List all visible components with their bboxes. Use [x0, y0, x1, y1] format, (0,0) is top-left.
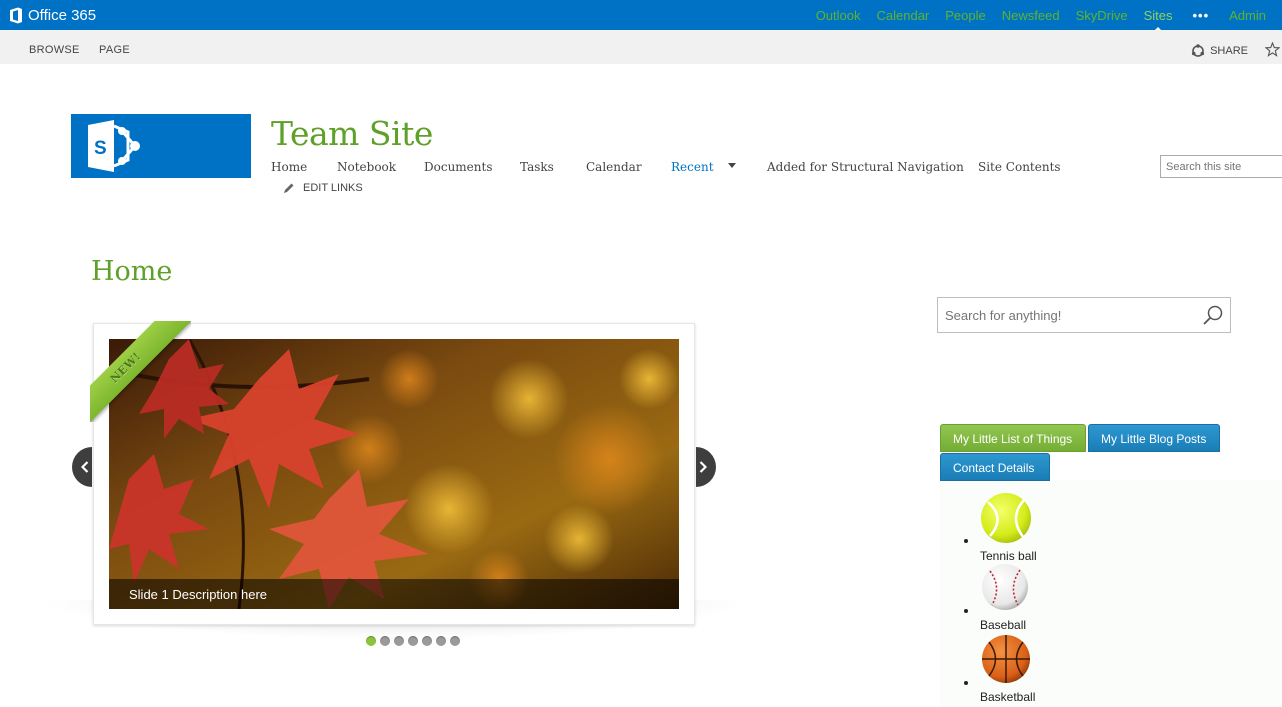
- slider-dot-5[interactable]: [422, 636, 432, 646]
- user-menu[interactable]: Admin: [1229, 8, 1266, 23]
- slide-caption: Slide 1 Description here: [109, 579, 679, 609]
- share-label: SHARE: [1210, 45, 1248, 57]
- slider-pagination: [366, 636, 464, 646]
- tab-browse[interactable]: BROWSE: [29, 44, 80, 56]
- ribbon-bar: BROWSE PAGE SHARE: [0, 30, 1282, 64]
- suite-link-newsfeed[interactable]: Newsfeed: [1002, 8, 1060, 23]
- suite-link-skydrive[interactable]: SkyDrive: [1076, 8, 1128, 23]
- edit-links-label: EDIT LINKS: [303, 182, 363, 194]
- slider-dot-7[interactable]: [450, 636, 460, 646]
- slide-image[interactable]: [109, 339, 679, 609]
- tab-page[interactable]: PAGE: [99, 44, 130, 56]
- item-label: Baseball: [980, 618, 1027, 632]
- nav-home[interactable]: Home: [271, 160, 307, 174]
- suite-links: Outlook Calendar People Newsfeed SkyDriv…: [808, 0, 1282, 32]
- search-icon[interactable]: [1202, 304, 1224, 326]
- share-icon: [1191, 44, 1205, 57]
- office365-logo[interactable]: Office 365: [9, 6, 96, 24]
- follow-star-icon[interactable]: [1265, 42, 1280, 57]
- slider-dot-2[interactable]: [380, 636, 390, 646]
- nav-structural[interactable]: Added for Structural Navigation: [767, 160, 964, 174]
- slider-dot-4[interactable]: [408, 636, 418, 646]
- share-button[interactable]: SHARE: [1191, 44, 1248, 58]
- search-box: [937, 297, 1231, 333]
- site-search-input[interactable]: [1161, 156, 1281, 177]
- nav-documents[interactable]: Documents: [424, 160, 492, 174]
- page-title: Home: [91, 256, 173, 287]
- baseball-icon: [982, 564, 1028, 610]
- svg-text:S: S: [94, 138, 107, 159]
- item-label: Tennis ball: [980, 549, 1037, 563]
- tab-contact-details[interactable]: Contact Details: [940, 453, 1050, 481]
- slider-dot-1[interactable]: [366, 636, 376, 646]
- chevron-right-icon: [699, 461, 707, 473]
- tab-my-little-list[interactable]: My Little List of Things: [940, 424, 1086, 452]
- list-bullet: [964, 609, 968, 613]
- site-title[interactable]: Team Site: [271, 114, 433, 153]
- edit-links-button[interactable]: EDIT LINKS: [283, 182, 363, 194]
- slider-dot-6[interactable]: [436, 636, 446, 646]
- suite-link-sites[interactable]: Sites: [1144, 8, 1172, 32]
- suite-bar: Office 365 Outlook Calendar People Newsf…: [0, 0, 1282, 32]
- office-icon: [10, 7, 22, 23]
- chevron-left-icon: [81, 461, 89, 473]
- slider-dot-3[interactable]: [394, 636, 404, 646]
- sharepoint-icon: S: [88, 120, 140, 172]
- new-badge-label: NEW!: [107, 349, 144, 386]
- pencil-icon: [284, 183, 294, 193]
- nav-notebook[interactable]: Notebook: [337, 160, 396, 174]
- nav-recent[interactable]: Recent: [671, 160, 714, 174]
- item-label: Basketball: [980, 690, 1036, 704]
- basketball-icon: [982, 635, 1030, 683]
- list-bullet: [964, 539, 968, 543]
- search-input[interactable]: [938, 298, 1188, 332]
- nav-tasks[interactable]: Tasks: [520, 160, 554, 174]
- list-bullet: [964, 681, 968, 685]
- site-search-box: [1160, 155, 1282, 178]
- nav-site-contents[interactable]: Site Contents: [978, 160, 1061, 174]
- suite-link-calendar[interactable]: Calendar: [877, 8, 930, 23]
- tennis-ball-icon: [981, 493, 1031, 543]
- tab-my-little-blog-posts[interactable]: My Little Blog Posts: [1088, 424, 1220, 452]
- recent-dropdown-icon[interactable]: [728, 163, 736, 168]
- site-logo[interactable]: S: [71, 114, 251, 178]
- suite-link-outlook[interactable]: Outlook: [816, 8, 861, 23]
- new-badge: NEW!: [90, 321, 191, 422]
- suite-link-people[interactable]: People: [945, 8, 985, 23]
- autumn-leaves-image: [109, 339, 679, 609]
- more-icon[interactable]: •••: [1192, 8, 1209, 23]
- brand-label: Office 365: [28, 6, 97, 24]
- nav-calendar[interactable]: Calendar: [586, 160, 642, 174]
